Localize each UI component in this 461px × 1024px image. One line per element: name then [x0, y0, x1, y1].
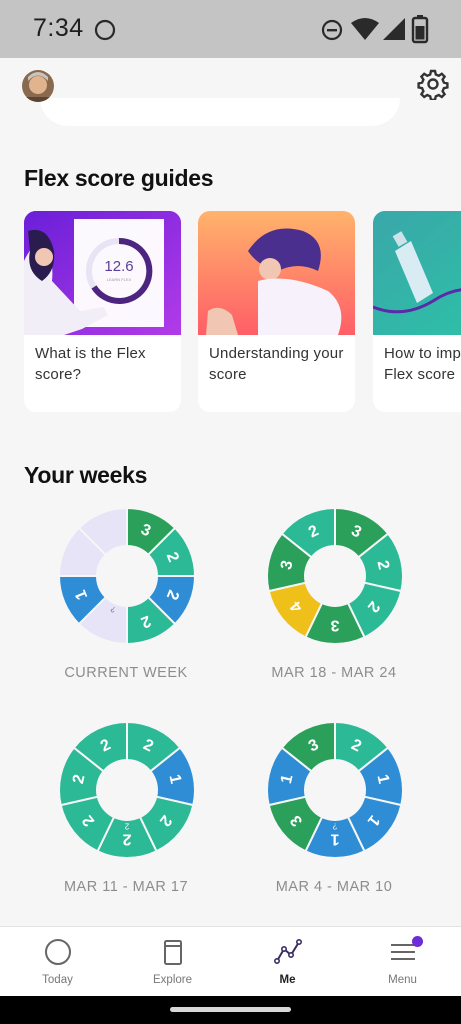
day-score-label: 1 [330, 831, 339, 848]
do-not-disturb-icon [321, 19, 343, 41]
week-label: MAR 11 - MAR 17 [63, 879, 189, 895]
line-chart-icon [273, 938, 302, 964]
water-bottle-illustration [373, 211, 461, 335]
flex-guides-title: Flex score guides [24, 165, 214, 191]
nav-item-menu[interactable]: Menu [345, 927, 460, 997]
circle-icon [45, 939, 71, 965]
nav-item-me[interactable]: Me [230, 927, 345, 997]
nav-item-explore[interactable]: Explore [115, 927, 230, 997]
top-card-edge [40, 98, 400, 126]
nav-label: Explore [153, 974, 192, 986]
week-label: CURRENT WEEK [64, 665, 188, 681]
settings-button[interactable] [417, 68, 449, 101]
status-bar: 7:34 [0, 0, 461, 58]
nav-item-today[interactable]: Today [0, 927, 115, 997]
week-donut-mar-11[interactable]: 21222222 [57, 720, 197, 860]
woman-stretching-illustration [198, 211, 355, 335]
day-partial-label: 2 [124, 822, 129, 831]
nav-label: Me [279, 974, 296, 986]
week-label: MAR 18 - MAR 24 [271, 665, 397, 681]
score-caption: LEARN FLEX [106, 277, 132, 282]
day-score-label: 2 [122, 831, 131, 848]
signal-icon [383, 18, 405, 40]
day-score-label: 3 [330, 617, 339, 634]
guide-card-improve-score[interactable]: How to improve your Flex score [373, 211, 461, 412]
wifi-icon [351, 18, 379, 40]
your-weeks-title: Your weeks [24, 462, 148, 488]
week-donut-current[interactable]: 3222?1 [57, 506, 197, 646]
guide-label: Understanding your score [209, 345, 344, 383]
day-partial-label: ? [332, 822, 337, 831]
guide-label: How to improve your Flex score [384, 345, 461, 383]
flex-score-chart-illustration: 12.6 LEARN FLEX [24, 211, 181, 335]
score-value: 12.6 [104, 258, 134, 275]
week-label: MAR 4 - MAR 10 [275, 879, 393, 895]
gear-icon [417, 69, 449, 101]
week-donut-mar-4[interactable]: 2111?313 [265, 720, 405, 860]
week-donut-mar-18[interactable]: 3223432 [265, 506, 405, 646]
notification-badge [412, 936, 423, 947]
system-navigation-bar [0, 996, 461, 1024]
guide-card-what-is-flex[interactable]: 12.6 LEARN FLEX What is the Flex score? [24, 211, 181, 412]
avatar[interactable] [22, 70, 54, 102]
bottom-navigation: Today Explore Me Menu [0, 926, 461, 996]
home-gesture-pill[interactable] [170, 1007, 291, 1012]
guide-label: What is the Flex score? [35, 345, 146, 383]
cards-icon [164, 940, 182, 965]
app-content: Flex score guides 12.6 LEARN FLEX What i… [0, 58, 461, 926]
circle-notification-icon [94, 19, 116, 41]
battery-icon [411, 15, 429, 44]
nav-label: Today [42, 974, 73, 986]
status-time: 7:34 [33, 14, 84, 42]
guide-card-understanding-score[interactable]: Understanding your score [198, 211, 355, 412]
nav-label: Menu [388, 974, 417, 986]
